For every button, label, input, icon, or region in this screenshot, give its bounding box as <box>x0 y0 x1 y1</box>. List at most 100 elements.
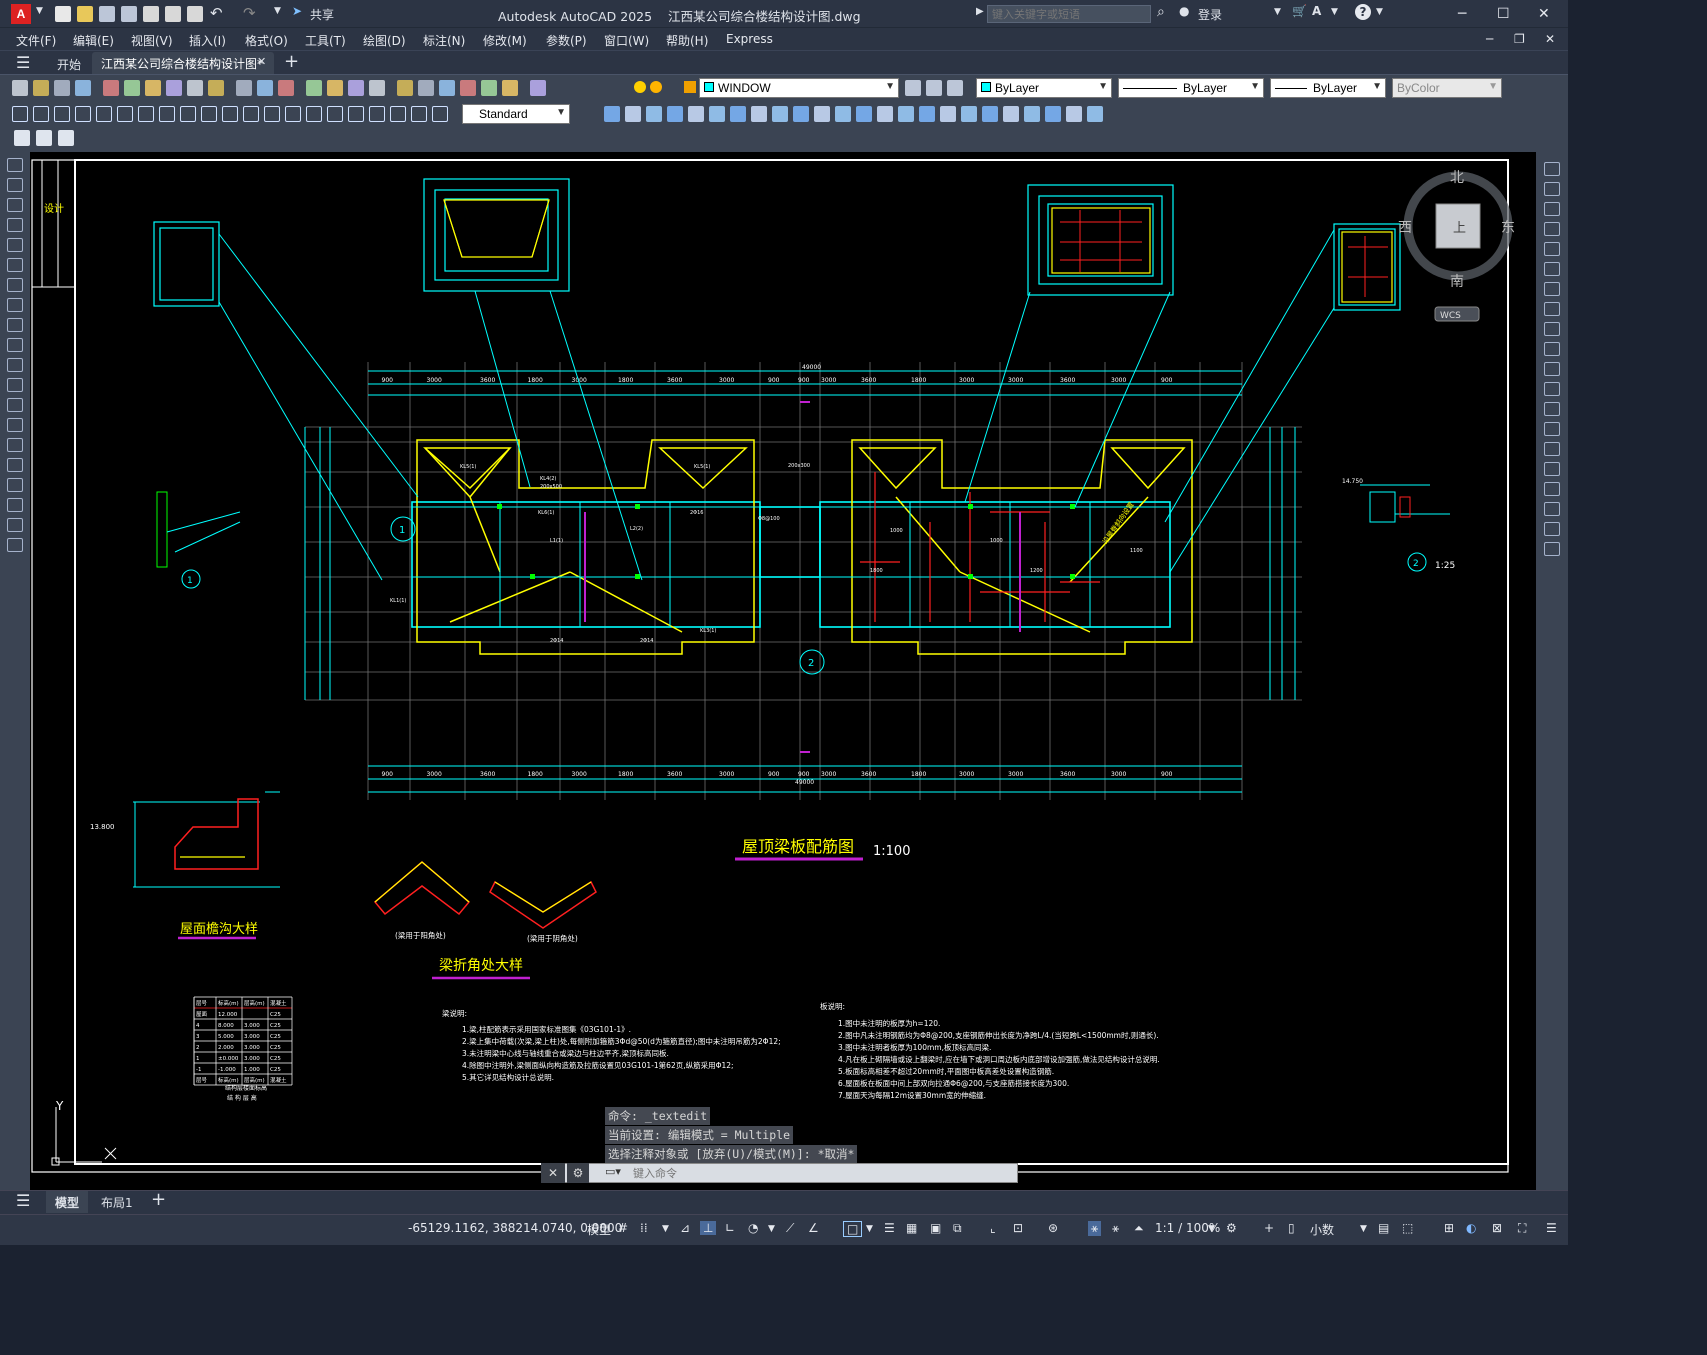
menu-dimension[interactable]: 标注(N) <box>423 32 465 49</box>
circle-icon[interactable] <box>7 278 23 292</box>
customize-status-icon[interactable]: ☰ <box>1546 1221 1557 1235</box>
menu-file[interactable]: 文件(F) <box>16 32 56 49</box>
publish-icon[interactable] <box>124 80 140 96</box>
command-customize-icon[interactable]: ⚙ <box>567 1163 589 1183</box>
dim-ordinate-icon[interactable] <box>75 106 91 122</box>
help-icon[interactable] <box>530 80 546 96</box>
ortho-icon[interactable]: ∟ <box>725 1221 735 1235</box>
scale-icon[interactable] <box>1544 302 1560 316</box>
minimize-icon[interactable]: ─ <box>1458 6 1466 22</box>
infer-constraints-icon[interactable]: ⊿ <box>680 1221 690 1235</box>
blend-curves-icon[interactable] <box>1544 482 1560 496</box>
menu-help[interactable]: 帮助(H) <box>666 32 708 49</box>
layer-lock-icon[interactable] <box>684 81 696 93</box>
named-views-icon[interactable] <box>36 130 52 146</box>
redo-icon[interactable] <box>278 80 294 96</box>
taper-faces-icon[interactable] <box>1024 106 1040 122</box>
copy-faces-icon[interactable] <box>898 106 914 122</box>
mirror-icon[interactable] <box>1544 202 1560 216</box>
render-icon[interactable] <box>58 130 74 146</box>
layer-sun-icon[interactable] <box>650 81 662 93</box>
snap-chevron-icon[interactable]: ▼ <box>662 1224 669 1234</box>
app-logo[interactable]: A <box>11 4 31 24</box>
dim-break-icon[interactable] <box>264 106 280 122</box>
polyline-icon[interactable] <box>7 198 23 212</box>
annotation-monitor-icon[interactable]: + <box>1264 1221 1274 1235</box>
move-icon[interactable] <box>1544 262 1560 276</box>
dim-space-icon[interactable] <box>243 106 259 122</box>
lineweight-icon[interactable]: ☰ <box>884 1221 895 1235</box>
cut-icon[interactable] <box>145 80 161 96</box>
gizmo-icon[interactable]: ⊛ <box>1048 1221 1058 1235</box>
offset-icon[interactable] <box>1544 222 1560 236</box>
command-close-icon[interactable]: ✕ <box>541 1163 565 1183</box>
copy-icon[interactable] <box>1544 182 1560 196</box>
dim-update-icon[interactable] <box>411 106 427 122</box>
revcloud-icon[interactable] <box>7 298 23 312</box>
presspull-icon[interactable] <box>688 106 704 122</box>
break-icon[interactable] <box>1544 402 1560 416</box>
annotation-scale-icon[interactable]: ⏶ <box>1134 1221 1144 1236</box>
dim-diameter-icon[interactable] <box>138 106 154 122</box>
ellipse-icon[interactable] <box>7 338 23 352</box>
extend-icon[interactable] <box>1544 362 1560 376</box>
dim-baseline-icon[interactable] <box>201 106 217 122</box>
make-block-icon[interactable] <box>7 398 23 412</box>
save-icon[interactable] <box>99 6 115 22</box>
explode2-icon[interactable] <box>1544 522 1560 536</box>
tab-start[interactable]: 开始 <box>57 56 81 73</box>
layout-menu-icon[interactable]: ☰ <box>16 1191 30 1210</box>
sweep-icon[interactable] <box>772 106 788 122</box>
save-as-icon[interactable] <box>121 6 137 22</box>
doc-restore-icon[interactable]: ❐ <box>1514 32 1525 46</box>
annotation-visibility-icon[interactable]: ⚹ <box>1088 1221 1102 1236</box>
ellipse-arc-icon[interactable] <box>7 358 23 372</box>
login-chevron-icon[interactable]: ▼ <box>1274 7 1281 17</box>
grid-icon[interactable]: # <box>618 1221 628 1235</box>
join-icon[interactable] <box>1544 422 1560 436</box>
dim-aligned-icon[interactable] <box>33 106 49 122</box>
insert-block-icon[interactable] <box>7 378 23 392</box>
textstyle-dropdown[interactable]: Standard ▼ <box>462 104 570 124</box>
inspection-icon[interactable] <box>327 106 343 122</box>
subtract-icon[interactable] <box>625 106 641 122</box>
units-chevron-icon[interactable]: ▼ <box>1360 1224 1367 1234</box>
arc-icon[interactable] <box>7 258 23 272</box>
login-button[interactable]: 登录 <box>1198 6 1222 23</box>
menu-modify[interactable]: 修改(M) <box>483 32 527 49</box>
save-icon[interactable] <box>54 80 70 96</box>
dim-edit-icon[interactable] <box>369 106 385 122</box>
new-icon[interactable] <box>55 6 71 22</box>
doc-minimize-icon[interactable]: ─ <box>1486 32 1493 46</box>
help-search-input[interactable] <box>987 5 1151 23</box>
undo-icon[interactable]: ↶ <box>210 4 223 22</box>
new-tab-icon[interactable]: + <box>284 51 299 72</box>
open-icon[interactable] <box>33 80 49 96</box>
app-menu-chevron-icon[interactable]: ▼ <box>36 6 43 16</box>
doc-close-icon[interactable]: ✕ <box>1545 32 1555 46</box>
print-icon[interactable] <box>187 6 203 22</box>
menu-format[interactable]: 格式(O) <box>245 32 288 49</box>
polar-icon[interactable]: ◔ <box>748 1221 758 1235</box>
tool-palettes-icon[interactable] <box>439 80 455 96</box>
viewcube-face[interactable]: 上 <box>1453 221 1466 236</box>
offset-faces-icon[interactable] <box>961 106 977 122</box>
separate-icon[interactable] <box>1045 106 1061 122</box>
maximize-icon[interactable]: ☐ <box>1497 6 1510 22</box>
command-prompt-icon[interactable]: ▭▾ <box>605 1165 621 1178</box>
fullscreen-icon[interactable]: ⛶ <box>1518 1221 1526 1236</box>
scale-chevron-icon[interactable]: ▼ <box>1208 1224 1215 1234</box>
menu-window[interactable]: 窗口(W) <box>604 32 649 49</box>
block-editor-icon[interactable] <box>236 80 252 96</box>
viewcube-north[interactable]: 北 <box>1450 170 1464 186</box>
menu-draw[interactable]: 绘图(D) <box>363 32 406 49</box>
menu-view[interactable]: 视图(V) <box>131 32 173 49</box>
quick-dim-icon[interactable] <box>180 106 196 122</box>
slice-icon[interactable] <box>709 106 725 122</box>
color-edges-icon[interactable] <box>877 106 893 122</box>
lineweight-dropdown[interactable]: ByLayer ▼ <box>1270 78 1386 98</box>
fillet-icon[interactable] <box>1544 462 1560 476</box>
workspace-gear-icon[interactable]: ⚙ <box>1226 1221 1237 1235</box>
clean-icon[interactable] <box>1087 106 1103 122</box>
open-icon[interactable] <box>77 6 93 22</box>
